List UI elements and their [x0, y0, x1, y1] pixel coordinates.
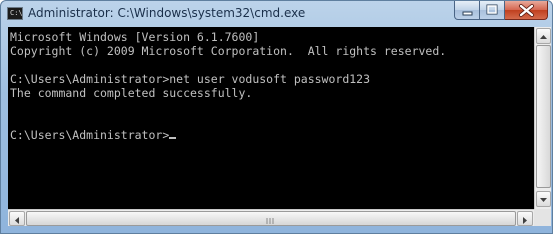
close-button[interactable] [505, 1, 548, 20]
grip-icon [266, 218, 274, 224]
maximize-button[interactable] [480, 1, 505, 20]
prompt-line: C:\Users\Administrator> [10, 128, 170, 142]
resize-corner[interactable] [534, 209, 551, 226]
cmd-window: C:\ Administrator: C:\Windows\system32\c… [0, 0, 553, 234]
window-title: Administrator: C:\Windows\system32\cmd.e… [28, 6, 306, 20]
horizontal-scrollbar[interactable] [8, 209, 534, 226]
minimize-button[interactable] [454, 1, 480, 20]
arrow-left-icon [15, 217, 19, 224]
cmd-icon-text: C:\ [10, 9, 23, 17]
text-cursor [169, 137, 177, 139]
console-line: Microsoft Windows [Version 6.1.7600] [10, 30, 260, 44]
arrow-up-icon [540, 35, 547, 39]
close-icon [519, 4, 534, 17]
minimize-icon [462, 11, 473, 16]
title-bar[interactable]: C:\ Administrator: C:\Windows\system32\c… [1, 1, 552, 27]
vertical-scrollbar[interactable] [534, 27, 551, 209]
scroll-left-button[interactable] [9, 211, 25, 226]
window-controls [454, 1, 548, 20]
arrow-right-icon [523, 217, 527, 224]
console-line: Copyright (c) 2009 Microsoft Corporation… [10, 44, 447, 58]
scroll-right-button[interactable] [517, 211, 533, 226]
scroll-down-button[interactable] [536, 191, 551, 207]
maximize-icon [486, 4, 498, 15]
cmd-icon[interactable]: C:\ [7, 7, 23, 20]
console-line: The command completed successfully. [10, 86, 253, 100]
vertical-scroll-thumb[interactable] [536, 45, 551, 188]
console-line: C:\Users\Administrator>net user vodusoft… [10, 72, 371, 86]
arrow-down-icon [540, 198, 547, 202]
horizontal-scroll-thumb[interactable] [26, 211, 516, 226]
console-output[interactable]: Microsoft Windows [Version 6.1.7600] Cop… [8, 27, 534, 209]
scroll-up-button[interactable] [536, 28, 551, 44]
console-text: Microsoft Windows [Version 6.1.7600] Cop… [8, 27, 534, 142]
